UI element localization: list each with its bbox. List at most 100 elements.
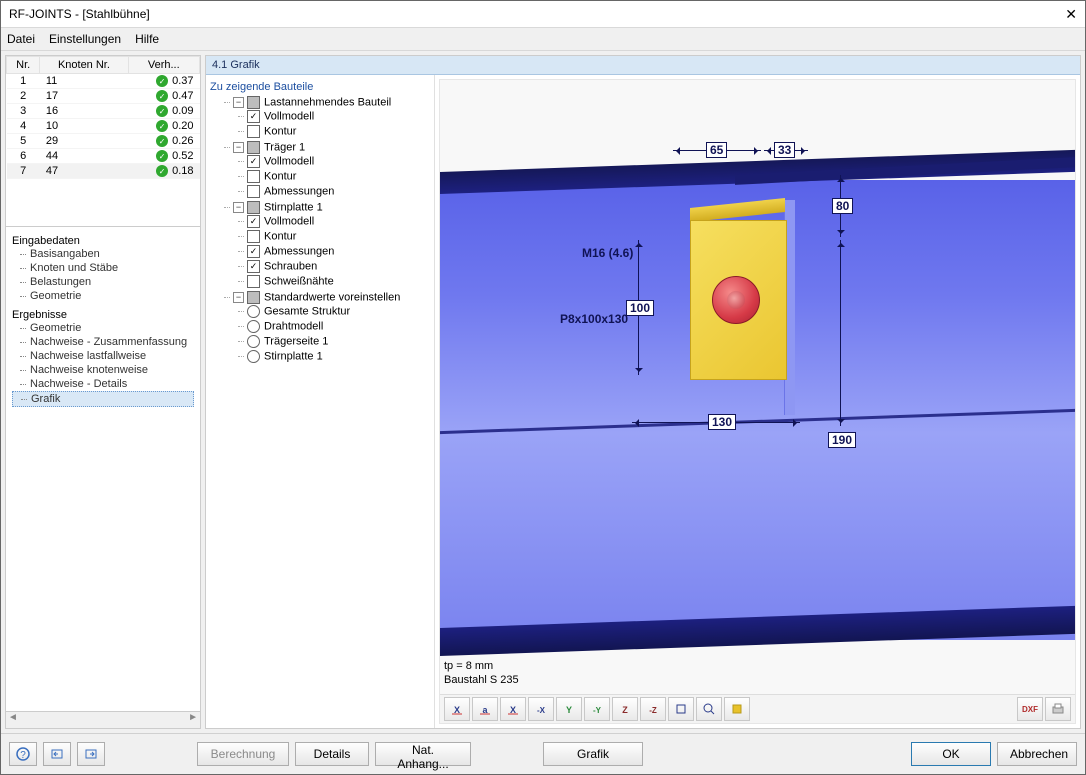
status-line-2: Baustahl S 235 <box>444 673 519 687</box>
radio-icon[interactable] <box>247 335 260 348</box>
nav-item[interactable]: Nachweise - Zusammenfassung <box>12 335 194 349</box>
tree-item[interactable]: Trägerseite 1 <box>238 334 430 349</box>
toolbtn-X[interactable]: X <box>444 697 470 721</box>
node-table-area[interactable]: Nr. Knoten Nr. Verh... 111 ✓0.37217 ✓0.4… <box>6 56 200 226</box>
table-row[interactable]: 747 ✓0.18 <box>7 164 200 179</box>
component-tree[interactable]: Zu zeigende Bauteile −Lastannehmendes Ba… <box>206 75 435 728</box>
toolbtn-zoom[interactable] <box>696 697 722 721</box>
toolbtn-Y[interactable]: Y <box>556 697 582 721</box>
col-knoten[interactable]: Knoten Nr. <box>40 57 128 74</box>
grafik-button[interactable]: Grafik <box>543 742 643 766</box>
tree-group[interactable]: −Standardwerte voreinstellenGesamte Stru… <box>224 290 430 365</box>
tree-item[interactable]: Schrauben <box>238 259 430 274</box>
checkbox-icon[interactable] <box>247 275 260 288</box>
collapse-icon[interactable]: − <box>233 202 244 213</box>
table-row[interactable]: 644 ✓0.52 <box>7 149 200 164</box>
toolbtn--Y[interactable]: -Y <box>584 697 610 721</box>
collapse-icon[interactable]: − <box>233 292 244 303</box>
details-button[interactable]: Details <box>295 742 369 766</box>
checkbox-icon[interactable] <box>247 230 260 243</box>
toolbtn-X[interactable]: X <box>500 697 526 721</box>
checkbox-icon[interactable] <box>247 185 260 198</box>
dim-80: 80 <box>832 198 853 214</box>
checkbox-icon[interactable] <box>247 215 260 228</box>
tree-item[interactable]: Kontur <box>238 229 430 244</box>
menu-file[interactable]: Datei <box>7 32 35 46</box>
checkbox-icon[interactable] <box>247 245 260 258</box>
table-row[interactable]: 111 ✓0.37 <box>7 74 200 89</box>
view-a-icon: a <box>478 702 492 716</box>
toolbtn-iso[interactable] <box>668 697 694 721</box>
nav-item[interactable]: Knoten und Stäbe <box>12 261 194 275</box>
tree-item[interactable]: Stirnplatte 1 <box>238 349 430 364</box>
dim-130: 130 <box>708 414 736 430</box>
ok-button[interactable]: OK <box>911 742 991 766</box>
nav-item[interactable]: Basisangaben <box>12 247 194 261</box>
col-verh[interactable]: Verh... <box>128 57 199 74</box>
radio-icon[interactable] <box>247 320 260 333</box>
tree-group[interactable]: −Lastannehmendes BauteilVollmodellKontur <box>224 95 430 140</box>
tree-item[interactable]: Drahtmodell <box>238 319 430 334</box>
tree-item[interactable]: Schweißnähte <box>238 274 430 289</box>
toolbtn-Z[interactable]: Z <box>612 697 638 721</box>
nav-item[interactable]: Nachweise lastfallweise <box>12 349 194 363</box>
nav-item[interactable]: Grafik <box>12 391 194 407</box>
toolbtn-color[interactable] <box>724 697 750 721</box>
view-Y-icon: Y <box>562 702 576 716</box>
checkbox-icon[interactable] <box>247 141 260 154</box>
viewport-3d[interactable]: 65 33 80 190 100 130 <box>439 79 1076 724</box>
toolbtn--X[interactable]: -X <box>528 697 554 721</box>
table-row[interactable]: 316 ✓0.09 <box>7 104 200 119</box>
close-icon[interactable]: ✕ <box>1065 6 1077 23</box>
checkbox-icon[interactable] <box>247 125 260 138</box>
abbrechen-button[interactable]: Abbrechen <box>997 742 1077 766</box>
svg-text:-Z: -Z <box>649 706 657 715</box>
tree-item[interactable]: Abmessungen <box>238 184 430 199</box>
help-button[interactable]: ? <box>9 742 37 766</box>
checkbox-icon[interactable] <box>247 260 260 273</box>
menu-settings[interactable]: Einstellungen <box>49 32 121 46</box>
tree-item[interactable]: Abmessungen <box>238 244 430 259</box>
berechnung-button[interactable]: Berechnung <box>197 742 289 766</box>
collapse-icon[interactable]: − <box>233 97 244 108</box>
tree-item[interactable]: Kontur <box>238 124 430 139</box>
table-row[interactable]: 217 ✓0.47 <box>7 89 200 104</box>
nav-item[interactable]: Geometrie <box>12 321 194 335</box>
menu-help[interactable]: Hilfe <box>135 32 159 46</box>
checkbox-icon[interactable] <box>247 155 260 168</box>
nav-tree[interactable]: Eingabedaten BasisangabenKnoten und Stäb… <box>6 226 200 711</box>
nav-item[interactable]: Geometrie <box>12 289 194 303</box>
nav-item[interactable]: Belastungen <box>12 275 194 289</box>
tree-group[interactable]: −Träger 1VollmodellKonturAbmessungen <box>224 140 430 200</box>
app-window: RF-JOINTS - [Stahlbühne] ✕ Datei Einstel… <box>0 0 1086 775</box>
checkbox-icon[interactable] <box>247 201 260 214</box>
nav-item[interactable]: Nachweise - Details <box>12 377 194 391</box>
checkbox-icon[interactable] <box>247 291 260 304</box>
footer-icon-1[interactable] <box>43 742 71 766</box>
table-row[interactable]: 410 ✓0.20 <box>7 119 200 134</box>
tree-item[interactable]: Kontur <box>238 169 430 184</box>
tree-item[interactable]: Vollmodell <box>238 109 430 124</box>
radio-icon[interactable] <box>247 350 260 363</box>
horiz-scrollbar[interactable]: ◄► <box>6 711 200 728</box>
collapse-icon[interactable]: − <box>233 142 244 153</box>
tree-item[interactable]: Vollmodell <box>238 154 430 169</box>
toolbtn-dxf[interactable]: DXF <box>1017 697 1043 721</box>
nav-item[interactable]: Nachweise knotenweise <box>12 363 194 377</box>
footer-icon-2[interactable] <box>77 742 105 766</box>
checkbox-icon[interactable] <box>247 170 260 183</box>
toolbtn--Z[interactable]: -Z <box>640 697 666 721</box>
toolbtn-a[interactable]: a <box>472 697 498 721</box>
tree-item[interactable]: Gesamte Struktur <box>238 304 430 319</box>
tree-group[interactable]: −Stirnplatte 1VollmodellKonturAbmessunge… <box>224 200 430 290</box>
radio-icon[interactable] <box>247 305 260 318</box>
checkbox-icon[interactable] <box>247 96 260 109</box>
panel-title: 4.1 Grafik <box>206 56 1080 75</box>
table-row[interactable]: 529 ✓0.26 <box>7 134 200 149</box>
col-nr[interactable]: Nr. <box>7 57 40 74</box>
tree-item[interactable]: Vollmodell <box>238 214 430 229</box>
checkbox-icon[interactable] <box>247 110 260 123</box>
natanhang-button[interactable]: Nat. Anhang... <box>375 742 471 766</box>
right-panel: 4.1 Grafik Zu zeigende Bauteile −Lastann… <box>205 55 1081 729</box>
toolbtn-print[interactable] <box>1045 697 1071 721</box>
